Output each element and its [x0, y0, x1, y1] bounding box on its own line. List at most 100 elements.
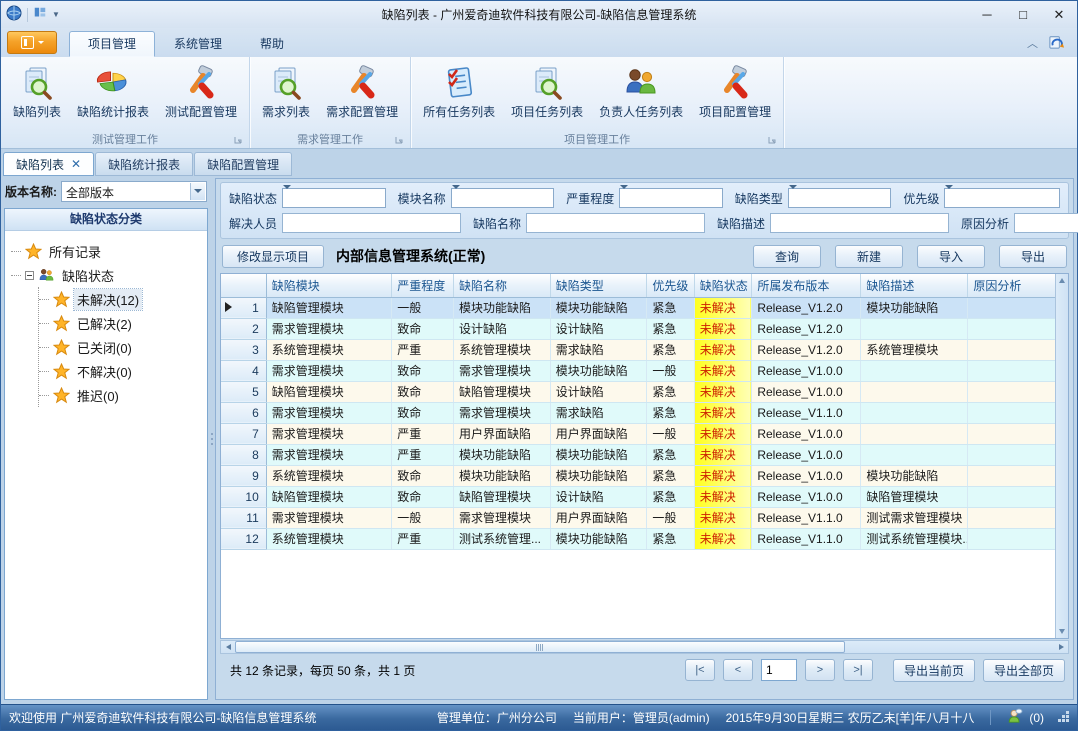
grid-cell[interactable]: 缺陷管理模块	[453, 486, 550, 507]
grid-cell[interactable]: Release_V1.1.0	[752, 402, 861, 423]
grid-cell[interactable]: 模块功能缺陷	[550, 360, 647, 381]
grid-cell[interactable]: 用户界面缺陷	[453, 423, 550, 444]
column-header[interactable]: 原因分析	[968, 274, 1055, 297]
grid-cell[interactable]	[968, 507, 1055, 528]
grid-cell[interactable]	[968, 318, 1055, 339]
grid-cell[interactable]: 紧急	[647, 339, 694, 360]
doc-tab-defect-config[interactable]: 缺陷配置管理	[194, 152, 292, 176]
collapse-ribbon-icon[interactable]: ︿	[1027, 35, 1038, 51]
column-header[interactable]: 缺陷模块	[266, 274, 392, 297]
scrollbar-thumb[interactable]	[235, 641, 845, 653]
scroll-left-icon[interactable]	[221, 641, 235, 653]
grid-cell[interactable]: 模块功能缺陷	[453, 444, 550, 465]
row-selector[interactable]: 4	[221, 360, 266, 381]
grid-cell[interactable]: 致命	[392, 381, 454, 402]
owner-tasks-button[interactable]: 负责人任务列表	[591, 60, 691, 123]
grid-cell[interactable]: 严重	[392, 339, 454, 360]
grid-cell[interactable]: 严重	[392, 423, 454, 444]
modify-columns-button[interactable]: 修改显示项目	[222, 245, 324, 268]
grid-cell[interactable]: 致命	[392, 318, 454, 339]
grid-cell[interactable]: 缺陷管理模块	[453, 381, 550, 402]
grid-cell[interactable]: Release_V1.0.0	[752, 381, 861, 402]
status-cell[interactable]: 未解决	[694, 444, 752, 465]
close-button[interactable]: ✕	[1041, 2, 1077, 28]
status-cell[interactable]: 未解决	[694, 297, 752, 318]
minimize-button[interactable]: ─	[969, 2, 1005, 28]
prev-page-button[interactable]: <	[723, 659, 753, 681]
row-selector[interactable]: 12	[221, 528, 266, 549]
grid-cell[interactable]	[968, 444, 1055, 465]
scroll-up-icon[interactable]	[1056, 274, 1068, 287]
project-tasks-button[interactable]: 项目任务列表	[503, 60, 591, 123]
grid-cell[interactable]: 紧急	[647, 486, 694, 507]
grid-cell[interactable]	[861, 402, 968, 423]
grid-cell[interactable]: 需求管理模块	[266, 444, 392, 465]
grid-cell[interactable]: 系统管理模块	[453, 339, 550, 360]
grid-cell[interactable]	[861, 360, 968, 381]
grid-cell[interactable]: 一般	[392, 507, 454, 528]
grid-cell[interactable]: 需求管理模块	[266, 360, 392, 381]
filter-priority-select[interactable]	[944, 188, 1060, 208]
column-header[interactable]: 缺陷状态	[694, 274, 752, 297]
doc-tab-defect-report[interactable]: 缺陷统计报表	[95, 152, 193, 176]
last-page-button[interactable]: >|	[843, 659, 873, 681]
defect-list-button[interactable]: 缺陷列表	[5, 60, 69, 123]
project-config-button[interactable]: 项目配置管理	[691, 60, 779, 123]
column-header[interactable]: 严重程度	[392, 274, 454, 297]
status-cell[interactable]: 未解决	[694, 465, 752, 486]
column-header[interactable]: 缺陷描述	[861, 274, 968, 297]
collapse-expander-icon[interactable]	[25, 271, 34, 280]
table-row[interactable]: 2需求管理模块致命设计缺陷设计缺陷紧急未解决Release_V1.2.0	[221, 318, 1055, 339]
filter-defect-desc-input[interactable]	[770, 213, 949, 233]
grid-cell[interactable]: 紧急	[647, 318, 694, 339]
create-button[interactable]: 新建	[835, 245, 903, 268]
grid-cell[interactable]	[861, 423, 968, 444]
grid-cell[interactable]: 缺陷管理模块	[266, 381, 392, 402]
grid-cell[interactable]: 设计缺陷	[550, 381, 647, 402]
grid-cell[interactable]	[968, 381, 1055, 402]
grid-cell[interactable]	[861, 444, 968, 465]
first-page-button[interactable]: |<	[685, 659, 715, 681]
row-selector[interactable]: 11	[221, 507, 266, 528]
grid-cell[interactable]: 测试系统管理...	[453, 528, 550, 549]
all-tasks-button[interactable]: 所有任务列表	[415, 60, 503, 123]
status-cell[interactable]: 未解决	[694, 318, 752, 339]
row-selector[interactable]: 6	[221, 402, 266, 423]
grid-cell[interactable]: 模块功能缺陷	[453, 297, 550, 318]
grid-cell[interactable]: 模块功能缺陷	[453, 465, 550, 486]
grid-cell[interactable]: 需求缺陷	[550, 402, 647, 423]
tree-item-postponed[interactable]: 推迟(0)	[39, 383, 205, 407]
filter-cause-input[interactable]	[1014, 213, 1078, 233]
table-row[interactable]: 11需求管理模块一般需求管理模块用户界面缺陷一般未解决Release_V1.1.…	[221, 507, 1055, 528]
grid-cell[interactable]: 模块功能缺陷	[550, 444, 647, 465]
grid-cell[interactable]: 严重	[392, 528, 454, 549]
application-menu-button[interactable]	[7, 31, 57, 54]
import-button[interactable]: 导入	[917, 245, 985, 268]
grid-cell[interactable]: 系统管理模块	[266, 528, 392, 549]
grid-cell[interactable]: 需求管理模块	[453, 402, 550, 423]
export-all-pages-button[interactable]: 导出全部页	[983, 659, 1065, 682]
grid-cell[interactable]: 一般	[647, 423, 694, 444]
grid-cell[interactable]: 需求缺陷	[550, 339, 647, 360]
filter-severity-select[interactable]	[619, 188, 723, 208]
grid-cell[interactable]: 缺陷管理模块	[266, 486, 392, 507]
grid-cell[interactable]: 紧急	[647, 381, 694, 402]
status-cell[interactable]: 未解决	[694, 486, 752, 507]
grid-cell[interactable]: 紧急	[647, 297, 694, 318]
scroll-right-icon[interactable]	[1054, 641, 1068, 653]
grid-cell[interactable]	[861, 381, 968, 402]
grid-cell[interactable]: 需求管理模块	[266, 402, 392, 423]
row-selector[interactable]: 9	[221, 465, 266, 486]
grid-cell[interactable]: 紧急	[647, 465, 694, 486]
grid-cell[interactable]: 缺陷管理模块	[266, 297, 392, 318]
grid-cell[interactable]: 测试需求管理模块	[861, 507, 968, 528]
row-selector[interactable]: 3	[221, 339, 266, 360]
grid-cell[interactable]: 模块功能缺陷	[550, 297, 647, 318]
dialog-launcher-icon[interactable]	[768, 136, 777, 145]
grid-cell[interactable]: 用户界面缺陷	[550, 507, 647, 528]
grid-cell[interactable]: 用户界面缺陷	[550, 423, 647, 444]
status-cell[interactable]: 未解决	[694, 381, 752, 402]
grid-cell[interactable]: 紧急	[647, 528, 694, 549]
tree-item-all-records[interactable]: 所有记录	[11, 239, 205, 263]
grid-cell[interactable]	[968, 486, 1055, 507]
